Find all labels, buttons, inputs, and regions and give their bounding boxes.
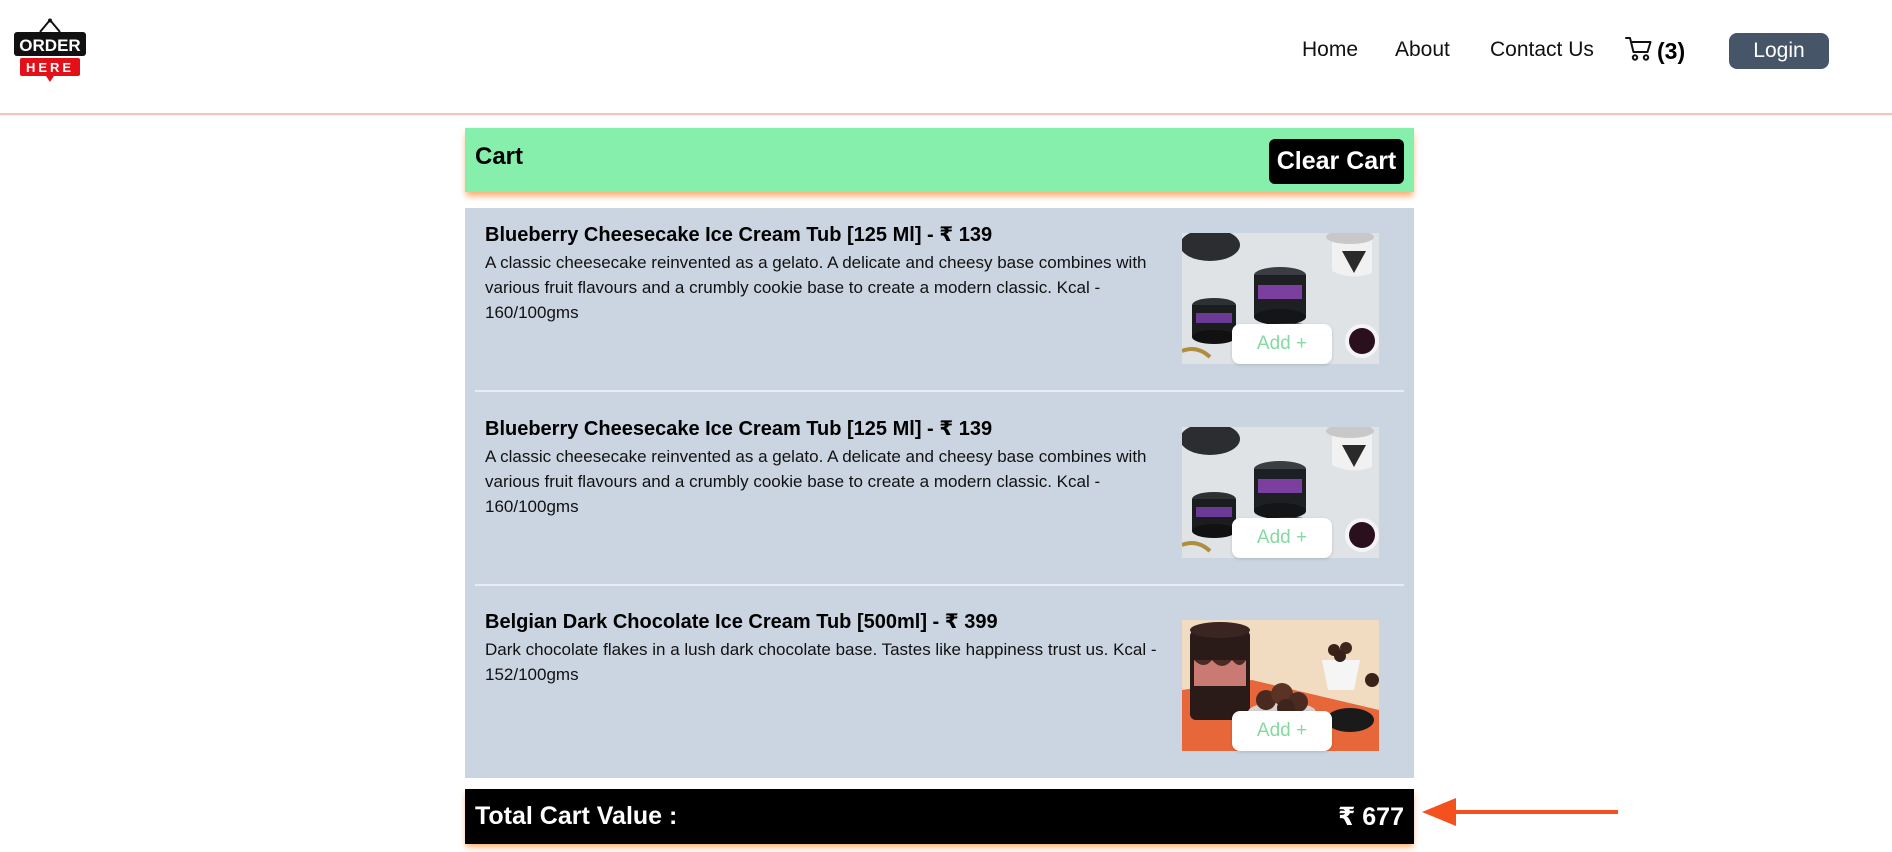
cart-link[interactable]: (3) bbox=[1625, 36, 1685, 66]
item-title: Blueberry Cheesecake Ice Cream Tub [125 … bbox=[485, 224, 993, 246]
cart-item: Blueberry Cheesecake Ice Cream Tub [125 … bbox=[475, 208, 1404, 401]
add-button[interactable]: Add + bbox=[1232, 324, 1332, 364]
nav-about-link[interactable]: About bbox=[1395, 38, 1450, 62]
cart-title: Cart bbox=[475, 143, 524, 170]
nav-home-link[interactable]: Home bbox=[1302, 38, 1358, 62]
add-button[interactable]: Add + bbox=[1232, 518, 1332, 558]
item-divider bbox=[475, 390, 1404, 392]
main-nav: Home About Contact Us (3) Login bbox=[0, 30, 1892, 70]
cart-items-list: Blueberry Cheesecake Ice Cream Tub [125 … bbox=[465, 208, 1414, 778]
cart-total-bar: Total Cart Value : ₹ 677 bbox=[465, 789, 1414, 844]
cart-item: Blueberry Cheesecake Ice Cream Tub [125 … bbox=[475, 402, 1404, 595]
nav-contact-link[interactable]: Contact Us bbox=[1490, 38, 1594, 62]
cart-count: (3) bbox=[1657, 37, 1686, 64]
total-label: Total Cart Value : bbox=[475, 802, 678, 830]
cart-header: Cart Clear Cart bbox=[465, 128, 1414, 192]
site-header: ORDER HERE Home About Contact Us (3) Log… bbox=[0, 0, 1892, 115]
item-description: A classic cheesecake reinvented as a gel… bbox=[485, 447, 1147, 516]
arrow-left-icon bbox=[1422, 797, 1620, 831]
add-button[interactable]: Add + bbox=[1232, 711, 1332, 751]
item-divider bbox=[475, 584, 1404, 586]
shopping-cart-icon bbox=[1625, 36, 1653, 67]
item-title: Blueberry Cheesecake Ice Cream Tub [125 … bbox=[485, 418, 993, 440]
item-description: A classic cheesecake reinvented as a gel… bbox=[485, 253, 1147, 322]
total-value: ₹ 677 bbox=[1337, 803, 1404, 831]
item-description: Dark chocolate flakes in a lush dark cho… bbox=[485, 640, 1157, 684]
cart-item: Belgian Dark Chocolate Ice Cream Tub [50… bbox=[475, 595, 1404, 788]
clear-cart-button[interactable]: Clear Cart bbox=[1269, 139, 1404, 184]
login-button[interactable]: Login bbox=[1729, 33, 1829, 69]
item-title: Belgian Dark Chocolate Ice Cream Tub [50… bbox=[485, 611, 998, 633]
